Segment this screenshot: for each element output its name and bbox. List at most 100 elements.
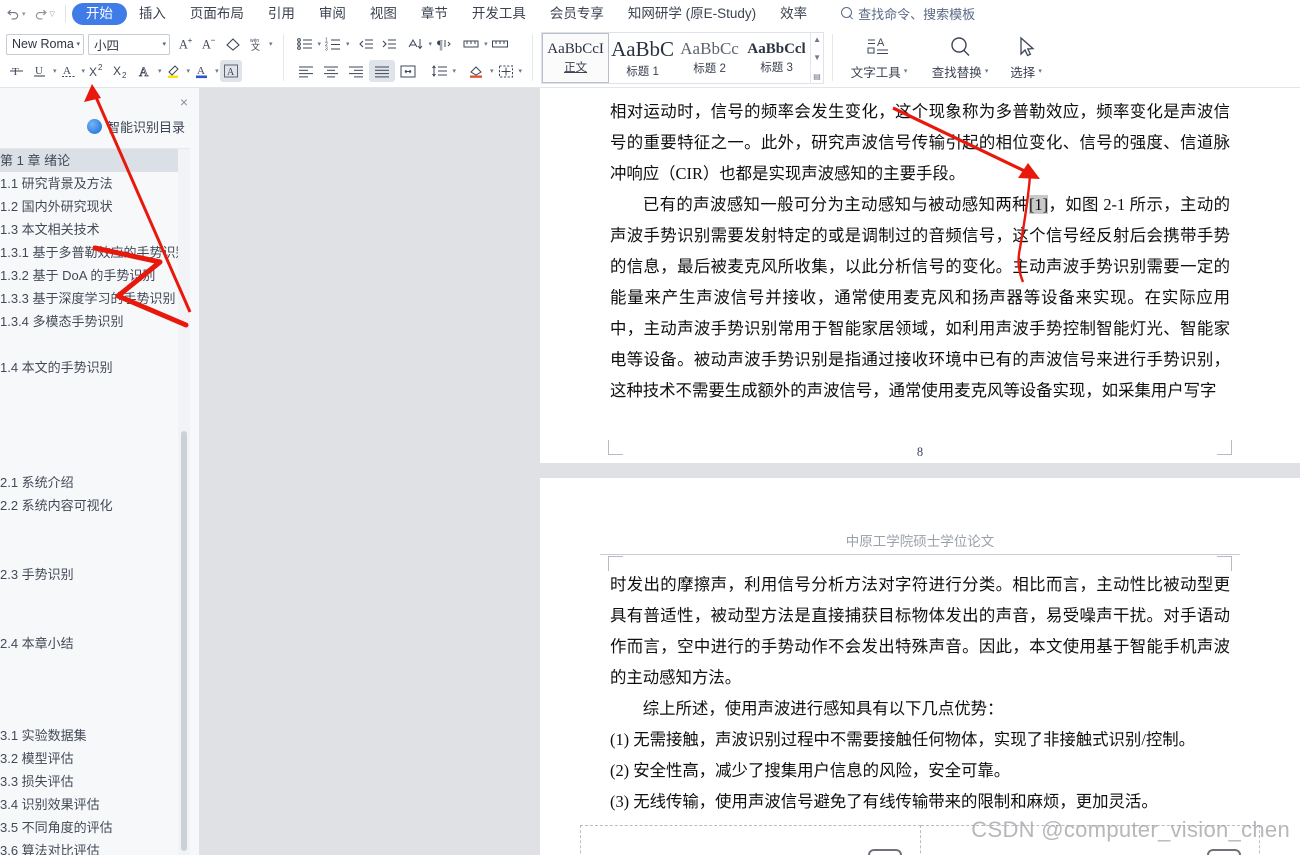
line-spacing-button[interactable]	[429, 60, 451, 82]
chevron-down-icon[interactable]: ▾	[904, 67, 908, 75]
chevron-down-icon[interactable]: ▾	[162, 40, 166, 48]
close-icon[interactable]: ×	[180, 95, 188, 109]
list-item[interactable]: 2.2 系统内容可视化	[0, 494, 190, 517]
customize-qat-icon[interactable]: ▽	[50, 10, 55, 18]
chevron-down-icon[interactable]: ▾	[158, 67, 162, 75]
document-canvas[interactable]: 相对运动时，信号的频率会发生变化，这个现象称为多普勒效应，频率变化是声波信号的重…	[200, 88, 1300, 855]
list-item[interactable]: 2.3 手势识别	[0, 563, 190, 586]
tab-member-exclusive[interactable]: 会员专享	[538, 3, 616, 25]
chevron-down-icon[interactable]: ▾	[318, 40, 322, 48]
styles-expand-icon[interactable]: ▤	[813, 72, 821, 81]
list-item[interactable]	[0, 333, 190, 356]
list-item[interactable]	[0, 540, 190, 563]
font-color-button[interactable]: A	[191, 60, 213, 82]
text-effects-button[interactable]: A	[134, 60, 156, 82]
list-item[interactable]: 3.6 算法对比评估	[0, 839, 190, 855]
chevron-down-icon[interactable]: ▾	[76, 40, 80, 48]
tab-page-layout[interactable]: 页面布局	[178, 3, 256, 25]
smart-toc-header[interactable]: 智能识别目录	[86, 117, 185, 136]
align-left-button[interactable]	[294, 60, 318, 82]
grow-font-button[interactable]: A +	[176, 33, 198, 55]
undo-icon[interactable]	[2, 3, 24, 25]
list-item[interactable]: 1.4 本文的手势识别	[0, 356, 190, 379]
tab-efficiency[interactable]: 效率	[768, 3, 819, 25]
tab-cnki-estudy[interactable]: 知网研学 (原E-Study)	[616, 3, 768, 25]
font-size-combo[interactable]: 小四 ▾	[88, 33, 170, 55]
tab-start[interactable]: 开始	[71, 2, 127, 25]
list-item[interactable]	[0, 586, 190, 609]
character-shading-button[interactable]: A	[219, 60, 242, 82]
list-item[interactable]: 1.3.3 基于深度学习的手势识别	[0, 287, 190, 310]
list-item[interactable]: 1.1 研究背景及方法	[0, 172, 190, 195]
document-page-2[interactable]: 中原工学院硕士学位论文 时发出的摩擦声，利用信号分析方法对字符进行分类。相比而言…	[540, 478, 1300, 855]
list-item[interactable]	[0, 655, 190, 678]
style-item-normal[interactable]: AaBbCcI 正文	[542, 32, 610, 83]
page1-body[interactable]: 相对运动时，信号的频率会发生变化，这个现象称为多普勒效应，频率变化是声波信号的重…	[540, 88, 1300, 406]
align-right-button[interactable]	[344, 60, 368, 82]
style-item-heading-3[interactable]: AaBbCcl 标题 3	[743, 33, 810, 83]
phonetic-guide-button[interactable]: wén 文	[245, 33, 267, 55]
chevron-down-icon[interactable]: ▾	[519, 67, 523, 75]
sort-button[interactable]	[405, 33, 427, 55]
numbering-button[interactable]: 123	[322, 33, 344, 55]
list-item[interactable]: 3.5 不同角度的评估	[0, 816, 190, 839]
list-item[interactable]: 1.3.1 基于多普勒效应的手势识别	[0, 241, 190, 264]
align-center-button[interactable]	[319, 60, 343, 82]
chevron-down-icon[interactable]: ▾	[484, 40, 488, 48]
list-item[interactable]: 1.2 国内外研究现状	[0, 195, 190, 218]
shrink-font-button[interactable]: A −	[199, 33, 221, 55]
document-page-1[interactable]: 相对运动时，信号的频率会发生变化，这个现象称为多普勒效应，频率变化是声波信号的重…	[540, 88, 1300, 463]
select-button[interactable]: 选择 ▾	[996, 31, 1056, 85]
paragraph-layout-button[interactable]	[460, 33, 482, 55]
strikethrough-button[interactable]: T	[6, 60, 28, 82]
tab-view[interactable]: 视图	[358, 3, 409, 25]
tab-insert[interactable]: 插入	[127, 3, 178, 25]
list-item[interactable]	[0, 701, 190, 724]
chevron-down-icon[interactable]: ▾	[187, 67, 191, 75]
chevron-down-icon[interactable]: ▾	[429, 40, 433, 48]
character-border-button[interactable]: A	[58, 60, 80, 82]
chevron-down-icon[interactable]: ▾	[453, 67, 457, 75]
style-item-heading-1[interactable]: AaBbC 标题 1	[609, 33, 676, 83]
chevron-down-icon[interactable]: ▾	[346, 40, 350, 48]
chevron-down-icon[interactable]: ▾	[82, 67, 86, 75]
paragraph[interactable]: (1) 无需接触，声波识别过程中不需要接触任何物体，实现了非接触式识别/控制。	[610, 724, 1230, 755]
bullets-button[interactable]	[294, 33, 316, 55]
font-name-combo[interactable]: New Roma ▾	[6, 33, 84, 55]
styles-scroll-down-icon[interactable]: ▼	[813, 53, 821, 62]
find-replace-button[interactable]: 查找替换 ▾	[924, 31, 996, 85]
paragraph[interactable]: (3) 无线传输，使用声波信号避免了有线传输带来的限制和麻烦，更加灵活。	[610, 786, 1230, 817]
citation-marker[interactable]: [1]	[1028, 195, 1049, 214]
undo-dropdown-icon[interactable]: ▾	[22, 10, 26, 18]
paragraph[interactable]: 相对运动时，信号的频率会发生变化，这个现象称为多普勒效应，频率变化是声波信号的重…	[610, 96, 1230, 189]
list-item[interactable]: 2.4 本章小结	[0, 632, 190, 655]
paragraph[interactable]: 已有的声波感知一般可分为主动感知与被动感知两种[1]，如图 2-1 所示，主动的…	[610, 189, 1230, 406]
page2-body[interactable]: 时发出的摩擦声，利用信号分析方法对字符进行分类。相比而言，主动性比被动型更具有普…	[540, 555, 1300, 817]
command-search[interactable]: 查找命令、搜索模板	[841, 4, 975, 23]
show-formatting-marks-button[interactable]: ¶	[433, 33, 455, 55]
redo-icon[interactable]	[30, 3, 52, 25]
distribute-button[interactable]	[396, 60, 420, 82]
list-item[interactable]: 1.3 本文相关技术	[0, 218, 190, 241]
highlight-color-button[interactable]	[163, 60, 185, 82]
list-item[interactable]: 3.2 模型评估	[0, 747, 190, 770]
chevron-down-icon[interactable]: ▾	[269, 40, 273, 48]
styles-scrollbar[interactable]: ▲ ▼ ▤	[810, 32, 823, 83]
increase-indent-button[interactable]	[378, 33, 400, 55]
toc-list[interactable]: 第 1 章 绪论 1.1 研究背景及方法 1.2 国内外研究现状 1.3 本文相…	[0, 148, 190, 855]
list-item[interactable]	[0, 402, 190, 425]
chevron-down-icon[interactable]: ▾	[215, 67, 219, 75]
chevron-down-icon[interactable]: ▾	[53, 67, 57, 75]
list-item[interactable]: 3.4 识别效果评估	[0, 793, 190, 816]
chevron-down-icon[interactable]: ▾	[1038, 67, 1042, 75]
toc-scrollbar-thumb[interactable]	[181, 431, 187, 851]
tab-review[interactable]: 审阅	[307, 3, 358, 25]
list-item[interactable]	[0, 517, 190, 540]
paragraph[interactable]: (2) 安全性高，减少了搜集用户信息的风险，安全可靠。	[610, 755, 1230, 786]
decrease-indent-button[interactable]	[355, 33, 377, 55]
list-item[interactable]	[0, 379, 190, 402]
list-item[interactable]	[0, 678, 190, 701]
list-item[interactable]: 1.3.4 多模态手势识别	[0, 310, 190, 333]
style-item-heading-2[interactable]: AaBbCc 标题 2	[676, 33, 743, 83]
subscript-button[interactable]: X2	[110, 60, 133, 82]
